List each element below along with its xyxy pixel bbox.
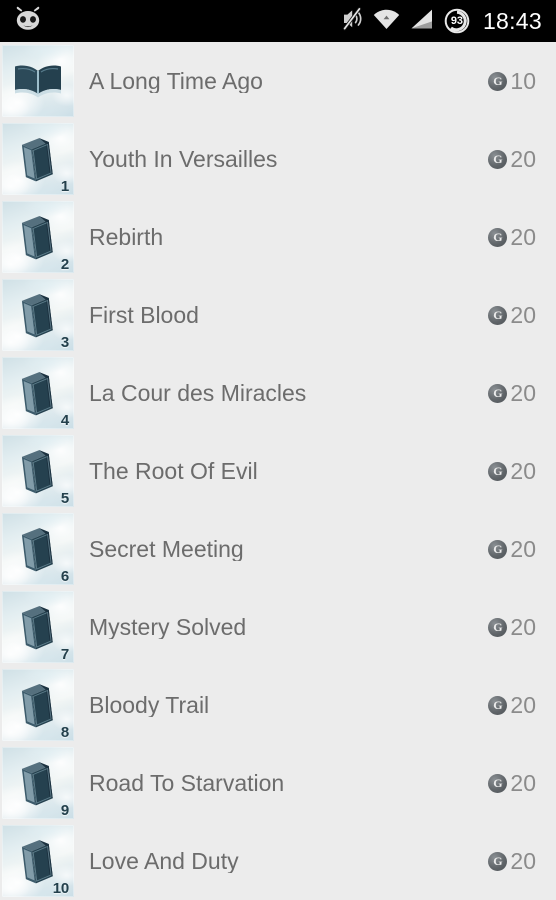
chapter-score-value: 20 bbox=[510, 145, 536, 172]
chapter-title: The Root Of Evil bbox=[89, 459, 258, 483]
chapter-score-value: 20 bbox=[510, 223, 536, 250]
g-coin-icon: G bbox=[488, 71, 508, 91]
closed-book-icon: 7 bbox=[2, 591, 74, 663]
chapter-title: Youth In Versailles bbox=[89, 147, 278, 171]
chapter-number-badge: 10 bbox=[52, 880, 70, 897]
chapter-score: G 20 bbox=[488, 379, 536, 406]
cellular-signal-icon bbox=[410, 8, 434, 35]
chapter-title: A Long Time Ago bbox=[89, 69, 263, 93]
chapter-number-badge: 5 bbox=[60, 490, 69, 507]
status-bar: 93 18:43 bbox=[0, 0, 556, 42]
chapter-title: Love And Duty bbox=[89, 849, 239, 873]
battery-level-text: 93 bbox=[450, 14, 464, 27]
closed-book-icon: 4 bbox=[2, 357, 74, 429]
wifi-icon bbox=[373, 8, 400, 35]
g-coin-icon: G bbox=[488, 383, 508, 403]
chapter-number-badge: 3 bbox=[60, 334, 69, 351]
chapter-score: G 20 bbox=[488, 457, 536, 484]
list-item-0[interactable]: A Long Time Ago G 10 bbox=[0, 42, 556, 120]
closed-book-icon: 6 bbox=[2, 513, 74, 585]
g-coin-icon: G bbox=[488, 149, 508, 169]
closed-book-icon: 5 bbox=[2, 435, 74, 507]
list-item-6[interactable]: 6 Secret Meeting G 20 bbox=[0, 510, 556, 588]
chapter-score-value: 20 bbox=[510, 301, 536, 328]
open-book-icon bbox=[2, 45, 74, 117]
closed-book-icon: 10 bbox=[2, 825, 74, 897]
list-item-1[interactable]: 1 Youth In Versailles G 20 bbox=[0, 120, 556, 198]
chapter-score-value: 20 bbox=[510, 613, 536, 640]
status-bar-left bbox=[12, 6, 44, 37]
chapter-score: G 20 bbox=[488, 223, 536, 250]
chapter-number-badge: 6 bbox=[60, 568, 69, 585]
chapter-number-badge: 1 bbox=[60, 178, 69, 195]
chapter-title: Road To Starvation bbox=[89, 771, 285, 795]
battery-icon: 93 bbox=[444, 8, 470, 34]
chapter-score: G 20 bbox=[488, 691, 536, 718]
chapter-list[interactable]: A Long Time Ago G 10 1 Youth In Versaill… bbox=[0, 42, 556, 900]
g-coin-icon: G bbox=[488, 227, 508, 247]
chapter-score: G 20 bbox=[488, 535, 536, 562]
chapter-score-value: 20 bbox=[510, 769, 536, 796]
closed-book-icon: 1 bbox=[2, 123, 74, 195]
g-coin-icon: G bbox=[488, 851, 508, 871]
mute-icon bbox=[341, 6, 363, 36]
closed-book-icon: 2 bbox=[2, 201, 74, 273]
chapter-score-value: 20 bbox=[510, 847, 536, 874]
chapter-score-value: 20 bbox=[510, 457, 536, 484]
chapter-title: Rebirth bbox=[89, 225, 164, 249]
closed-book-icon: 9 bbox=[2, 747, 74, 819]
chapter-number-badge: 9 bbox=[60, 802, 69, 819]
chapter-title: First Blood bbox=[89, 303, 199, 327]
list-item-3[interactable]: 3 First Blood G 20 bbox=[0, 276, 556, 354]
closed-book-icon: 3 bbox=[2, 279, 74, 351]
chapter-score-value: 20 bbox=[510, 691, 536, 718]
chapter-number-badge: 8 bbox=[60, 724, 69, 741]
g-coin-icon: G bbox=[488, 773, 508, 793]
app-window: 93 18:43 A Long Time Ago G 10 1 Youth In… bbox=[0, 0, 556, 900]
list-item-5[interactable]: 5 The Root Of Evil G 20 bbox=[0, 432, 556, 510]
cyanogenmod-cid-icon bbox=[12, 6, 44, 37]
chapter-title: Bloody Trail bbox=[89, 693, 210, 717]
chapter-score: G 20 bbox=[488, 769, 536, 796]
list-item-10[interactable]: 10 Love And Duty G 20 bbox=[0, 822, 556, 900]
g-coin-icon: G bbox=[488, 461, 508, 481]
g-coin-icon: G bbox=[488, 539, 508, 559]
chapter-title: Mystery Solved bbox=[89, 615, 247, 639]
chapter-score: G 20 bbox=[488, 847, 536, 874]
chapter-score: G 20 bbox=[488, 145, 536, 172]
chapter-score: G 20 bbox=[488, 301, 536, 328]
g-coin-icon: G bbox=[488, 617, 508, 637]
chapter-score: G 10 bbox=[488, 67, 536, 94]
chapter-score-value: 20 bbox=[510, 535, 536, 562]
chapter-title: La Cour des Miracles bbox=[89, 381, 307, 405]
status-bar-clock: 18:43 bbox=[482, 7, 542, 34]
chapter-score-value: 10 bbox=[510, 67, 536, 94]
closed-book-icon: 8 bbox=[2, 669, 74, 741]
list-item-9[interactable]: 9 Road To Starvation G 20 bbox=[0, 744, 556, 822]
g-coin-icon: G bbox=[488, 305, 508, 325]
chapter-score-value: 20 bbox=[510, 379, 536, 406]
list-item-4[interactable]: 4 La Cour des Miracles G 20 bbox=[0, 354, 556, 432]
chapter-title: Secret Meeting bbox=[89, 537, 244, 561]
chapter-score: G 20 bbox=[488, 613, 536, 640]
chapter-number-badge: 4 bbox=[60, 412, 69, 429]
chapter-number-badge: 2 bbox=[60, 256, 69, 273]
status-bar-right: 93 18:43 bbox=[341, 6, 542, 36]
g-coin-icon: G bbox=[488, 695, 508, 715]
list-item-8[interactable]: 8 Bloody Trail G 20 bbox=[0, 666, 556, 744]
chapter-number-badge: 7 bbox=[60, 646, 69, 663]
list-item-2[interactable]: 2 Rebirth G 20 bbox=[0, 198, 556, 276]
list-item-7[interactable]: 7 Mystery Solved G 20 bbox=[0, 588, 556, 666]
